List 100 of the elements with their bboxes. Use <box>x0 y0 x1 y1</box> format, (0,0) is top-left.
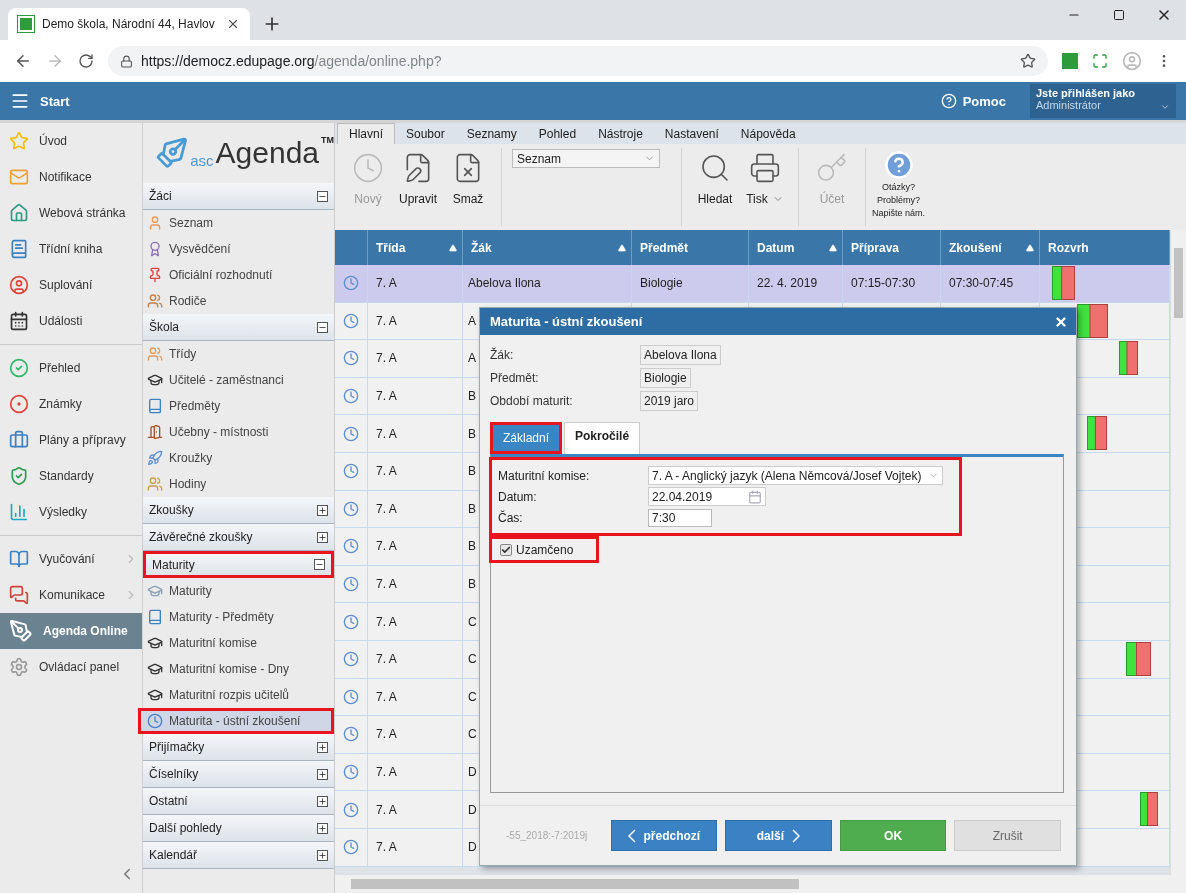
sidebar-item[interactable]: Vysvědčení <box>143 236 334 262</box>
section-header[interactable]: Závěrečné zkoušky <box>143 524 334 551</box>
timeline-bar-drawing <box>1140 792 1158 827</box>
sidebar-item[interactable]: Maturitní komise <box>143 630 334 656</box>
table-cell: 7. A <box>376 765 397 779</box>
expand-icon <box>317 768 328 780</box>
nav-item[interactable]: Webová stránka <box>0 195 142 231</box>
sidebar-item[interactable]: Seznam <box>143 210 334 236</box>
section-header[interactable]: Ostatní <box>143 788 334 815</box>
nav-item[interactable]: Výsledky <box>0 494 142 530</box>
sidebar-item[interactable]: Maturity <box>143 578 334 604</box>
sidebar-item[interactable]: Oficiální rozhodnutí <box>143 262 334 288</box>
settings-icon <box>9 657 29 677</box>
nav-item[interactable]: Standardy <box>0 458 142 494</box>
sidebar-item[interactable]: Maturita - ústní zkoušení <box>138 708 334 734</box>
rocket-icon <box>147 450 163 466</box>
table-cell: B <box>468 464 476 479</box>
nav-item[interactable]: Suplování <box>0 267 142 303</box>
section-header[interactable]: Číselníky <box>143 761 334 788</box>
date-field[interactable]: 22.04.2019 <box>648 487 766 506</box>
sidebar-item[interactable]: Maturitní rozpis učitelů <box>143 682 334 708</box>
table-cell: C <box>468 727 477 742</box>
graduation-cap-icon <box>147 661 163 677</box>
ribbon-tab[interactable]: Nápověda <box>729 123 807 144</box>
sidebar-item[interactable]: Kroužky <box>143 445 334 471</box>
nav-item[interactable]: Komunikace <box>0 577 142 613</box>
clock-icon <box>343 764 359 780</box>
ribbon-tab[interactable]: Nástroje <box>587 123 654 144</box>
table-cell: 7. A <box>376 689 397 704</box>
sidebar-item[interactable]: Rodiče <box>143 288 334 314</box>
table-cell: B <box>468 389 476 404</box>
nav-item[interactable]: Notifikace <box>0 159 142 195</box>
calendar-icon <box>748 489 762 504</box>
maximize-icon <box>1112 9 1125 21</box>
section-header[interactable]: Další pohledy <box>143 815 334 842</box>
ribbon-tab[interactable]: Hlavní <box>337 123 395 144</box>
nav-item[interactable]: Úvod <box>0 123 142 159</box>
help-icon <box>940 93 957 109</box>
view-select[interactable]: Seznam <box>512 149 660 168</box>
bookmark-star-icon <box>1020 53 1036 69</box>
sidebar-item[interactable]: Maturity - Předměty <box>143 604 334 630</box>
section-header[interactable]: Škola <box>143 314 334 341</box>
ribbon-tab[interactable]: Nastavení <box>653 123 730 144</box>
dialog-tab[interactable]: Základní <box>490 422 563 454</box>
nav-item[interactable]: Události <box>0 303 142 339</box>
ribbon-tab[interactable]: Pohled <box>527 123 588 144</box>
user-dropdown[interactable]: Jste přihlášen jako Administrátor <box>1030 84 1176 118</box>
people-icon <box>147 476 163 492</box>
help-link[interactable]: Pomoc <box>962 93 1006 109</box>
table-row[interactable]: 7. A Abelova Ilona Biologie 22. 4. 2019 07:15-07:30 07:30-07:45 <box>335 265 1170 303</box>
nav-item[interactable]: Přehled <box>0 350 142 386</box>
lock-checkbox[interactable]: Uzamčeno <box>489 536 599 563</box>
nav-item[interactable]: Plány a přípravy <box>0 422 142 458</box>
dialog-tab[interactable]: Pokročilé <box>564 422 641 454</box>
nav-item[interactable]: Třídní kniha <box>0 231 142 267</box>
start-link[interactable]: Start <box>40 93 70 109</box>
section-header[interactable]: Kalendář <box>143 842 334 869</box>
close-icon[interactable] <box>1054 314 1068 329</box>
select-field[interactable]: 7. A - Anglický jazyk (Alena Němcová/Josef Vojtek) <box>648 466 943 485</box>
nav-item[interactable]: Agenda Online <box>0 613 142 649</box>
section-header[interactable]: Zkoušky <box>143 497 334 524</box>
toolbar-button[interactable]: Tisk <box>742 148 788 206</box>
sidebar-item[interactable]: Hodiny <box>143 471 334 497</box>
toolbar-button[interactable]: Smaž <box>445 148 491 206</box>
ribbon-tab[interactable]: Soubor <box>395 123 456 144</box>
previous-button[interactable]: předchozí <box>610 820 718 851</box>
favicon-icon <box>18 16 34 32</box>
people-icon <box>147 293 163 309</box>
sidebar-item[interactable]: Učebny - místnosti <box>143 419 334 445</box>
sidebar-item[interactable]: Předměty <box>143 393 334 419</box>
ribbon-tab[interactable]: Seznamy <box>455 123 528 144</box>
house-icon <box>9 203 29 223</box>
nav-item[interactable]: Známky <box>0 386 142 422</box>
timeline-bar-drawing <box>1052 266 1075 300</box>
section-header[interactable]: Přijímačky <box>143 734 334 761</box>
sidebar-item[interactable]: Maturitní komise - Dny <box>143 656 334 682</box>
table-cell: 7. A <box>376 614 397 629</box>
close-icon <box>226 17 240 31</box>
sidebar-item[interactable]: Třídy <box>143 341 334 367</box>
time-field[interactable]: 7:30 <box>648 508 712 527</box>
toolbar-button[interactable]: Upravit <box>395 148 441 206</box>
help-button[interactable]: Otázky? Problémy? Napište nám. <box>866 148 932 226</box>
cancel-button[interactable]: Zrušit <box>954 820 1061 851</box>
nav-item[interactable]: Ovládací panel <box>0 649 142 685</box>
sidebar-item[interactable]: Učitelé - zaměstnanci <box>143 367 334 393</box>
vertical-scrollbar[interactable] <box>1170 230 1186 875</box>
clock-icon <box>343 839 359 856</box>
toolbar-button[interactable]: Hledat <box>692 148 738 206</box>
section-header[interactable]: Žáci <box>143 183 334 210</box>
next-button[interactable]: další <box>725 820 832 851</box>
table-cell: B <box>468 539 476 554</box>
field-label: Žák: <box>490 347 515 362</box>
expand-icon <box>317 822 328 834</box>
expand-icon <box>317 531 328 543</box>
browser-tab[interactable]: Demo škola, Národní 44, Havlov <box>8 8 250 40</box>
nav-item[interactable]: Vyučování <box>0 541 142 577</box>
table-cell: 7. A <box>376 577 397 592</box>
horizontal-scrollbar[interactable] <box>335 875 1186 893</box>
section-header[interactable]: Maturity <box>143 551 334 578</box>
address-bar[interactable]: https://democz.edupage.org/agenda/online.php? <box>108 46 1048 76</box>
